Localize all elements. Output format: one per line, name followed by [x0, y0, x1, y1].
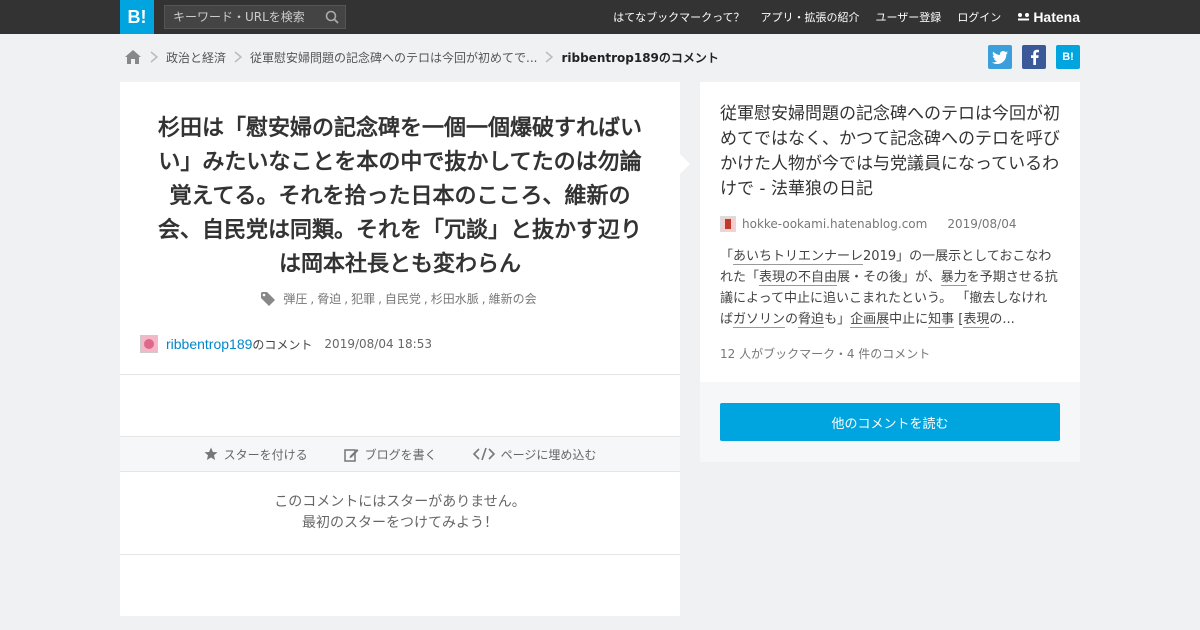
- facebook-share-button[interactable]: [1022, 45, 1046, 69]
- home-icon[interactable]: [124, 49, 142, 65]
- top-bar: B! はてなブックマークって？ アプリ・拡張の紹介 ユーザー登録 ログイン Ha…: [0, 0, 1200, 34]
- keyword-link[interactable]: 企画展: [850, 312, 890, 328]
- summary-text: [: [954, 312, 964, 327]
- read-more-comments-button[interactable]: 他のコメントを読む: [720, 403, 1060, 441]
- edit-icon: [343, 448, 359, 462]
- chevron-right-icon: [234, 51, 243, 63]
- summary-text: 展・その後」が、: [837, 270, 941, 285]
- entry-card: 従軍慰安婦問題の記念碑へのテロは今回が初めてではなく、かつて記念碑へのテロを呼び…: [700, 82, 1080, 382]
- chevron-right-icon: [545, 51, 554, 63]
- top-nav: はてなブックマークって？ アプリ・拡張の紹介 ユーザー登録 ログイン Haten…: [597, 0, 1080, 34]
- tag-icon: [261, 291, 276, 306]
- share-buttons: B!: [978, 45, 1080, 69]
- hatena-bookmark-logo[interactable]: B!: [120, 0, 154, 34]
- breadcrumb-category[interactable]: 政治と経済: [166, 49, 226, 66]
- write-blog-button[interactable]: ブログを書く: [343, 446, 437, 463]
- embed-label: ページに埋め込む: [500, 447, 597, 462]
- tag-list: 弾圧, 脅迫, 犯罪, 自民党, 杉田水脈, 維新の会: [120, 290, 680, 307]
- summary-text: 中止に: [889, 312, 929, 327]
- twitter-share-button[interactable]: [988, 45, 1012, 69]
- keyword-link[interactable]: 暴力: [940, 270, 967, 286]
- twitter-bird-icon: [992, 50, 1008, 64]
- entry-card-footer: 他のコメントを読む: [700, 382, 1080, 462]
- tag-item[interactable]: 自民党: [385, 290, 421, 307]
- tag-item[interactable]: 維新の会: [489, 290, 537, 307]
- no-star-line-2: 最初のスターをつけてみよう！: [302, 515, 498, 531]
- site-favicon: [720, 216, 736, 232]
- hatebu-share-button[interactable]: B!: [1056, 45, 1080, 69]
- author-username[interactable]: ribbentrop189: [166, 336, 252, 352]
- summary-text: も」: [824, 312, 851, 327]
- add-star-label: スターを付ける: [223, 447, 308, 462]
- nav-apps[interactable]: アプリ・拡張の紹介: [761, 9, 860, 25]
- keyword-link[interactable]: 表現の不自由: [759, 270, 838, 286]
- no-star-line-1: このコメントにはスターがありません。: [274, 494, 526, 510]
- summary-text: 「: [720, 249, 734, 264]
- tag-item[interactable]: 脅迫: [317, 290, 341, 307]
- hatena-brand-label: Hatena: [1033, 9, 1080, 25]
- author-suffix: のコメント: [252, 337, 313, 352]
- keyword-link[interactable]: 表現: [963, 312, 990, 328]
- entry-meta: hokke-ookami.hatenablog.com 2019/08/04: [720, 216, 1017, 232]
- entry-title[interactable]: 従軍慰安婦問題の記念碑へのテロは今回が初めてではなく、かつて記念碑へのテロを呼び…: [720, 102, 1065, 202]
- comment-actions: スターを付ける ブログを書く ページに埋め込む: [120, 436, 680, 472]
- star-icon: [204, 447, 218, 460]
- entry-counts[interactable]: 12 人がブックマーク・4 件のコメント: [720, 345, 930, 362]
- code-icon: [472, 447, 495, 461]
- comment-timestamp[interactable]: 2019/08/04 18:53: [324, 337, 432, 351]
- avatar[interactable]: [140, 335, 158, 353]
- comment-body: 杉田は「慰安婦の記念碑を一個一個爆破すればいい」みたいなことを本の中で抜かしてた…: [157, 116, 642, 277]
- comment-card: 杉田は「慰安婦の記念碑を一個一個爆破すればいい」みたいなことを本の中で抜かしてた…: [120, 82, 690, 616]
- keyword-link[interactable]: 脅迫: [798, 312, 825, 328]
- search-input[interactable]: [165, 6, 315, 28]
- entry-date: 2019/08/04: [947, 217, 1017, 231]
- keyword-link[interactable]: 知事: [928, 312, 955, 328]
- hatena-brand[interactable]: Hatena: [1017, 9, 1080, 25]
- hatena-mark-icon: [1018, 13, 1030, 21]
- chevron-right-icon: [150, 51, 158, 63]
- write-blog-label: ブログを書く: [364, 447, 437, 462]
- comment-author: ribbentrop189 のコメント 2019/08/04 18:53: [140, 335, 432, 353]
- entry-domain[interactable]: hokke-ookami.hatenablog.com: [742, 217, 927, 231]
- search-icon[interactable]: [325, 10, 339, 24]
- card-arrow: [680, 154, 690, 174]
- embed-button[interactable]: ページに埋め込む: [472, 446, 597, 463]
- nav-about[interactable]: はてなブックマークって？: [613, 9, 744, 25]
- keyword-link[interactable]: ガソリン: [733, 312, 786, 328]
- tag-item[interactable]: 杉田水脈: [431, 290, 479, 307]
- nav-signup[interactable]: ユーザー登録: [876, 9, 942, 25]
- tag-item[interactable]: 犯罪: [351, 290, 375, 307]
- breadcrumb: 政治と経済 従軍慰安婦問題の記念碑へのテロは今回が初めてで... ribbent…: [124, 46, 719, 68]
- no-star-message: このコメントにはスターがありません。 最初のスターをつけてみよう！: [120, 492, 680, 534]
- tag-item[interactable]: 弾圧: [283, 290, 307, 307]
- entry-summary: 「あいちトリエンナーレ2019」の一展示としておこなわれた「表現の不自由展・その…: [720, 246, 1060, 330]
- facebook-f-icon: [1030, 49, 1039, 65]
- breadcrumb-current: ribbentrop189のコメント: [561, 50, 719, 65]
- summary-text: の...: [989, 312, 1015, 327]
- keyword-link[interactable]: あいちトリエンナーレ: [733, 249, 864, 265]
- search-box: [164, 5, 346, 29]
- divider: [120, 374, 680, 375]
- nav-login[interactable]: ログイン: [957, 9, 1001, 25]
- add-star-button[interactable]: スターを付ける: [204, 446, 308, 463]
- breadcrumb-entry[interactable]: 従軍慰安婦問題の記念碑へのテロは今回が初めてで...: [250, 49, 537, 66]
- summary-text: の: [785, 312, 799, 327]
- divider: [120, 554, 680, 555]
